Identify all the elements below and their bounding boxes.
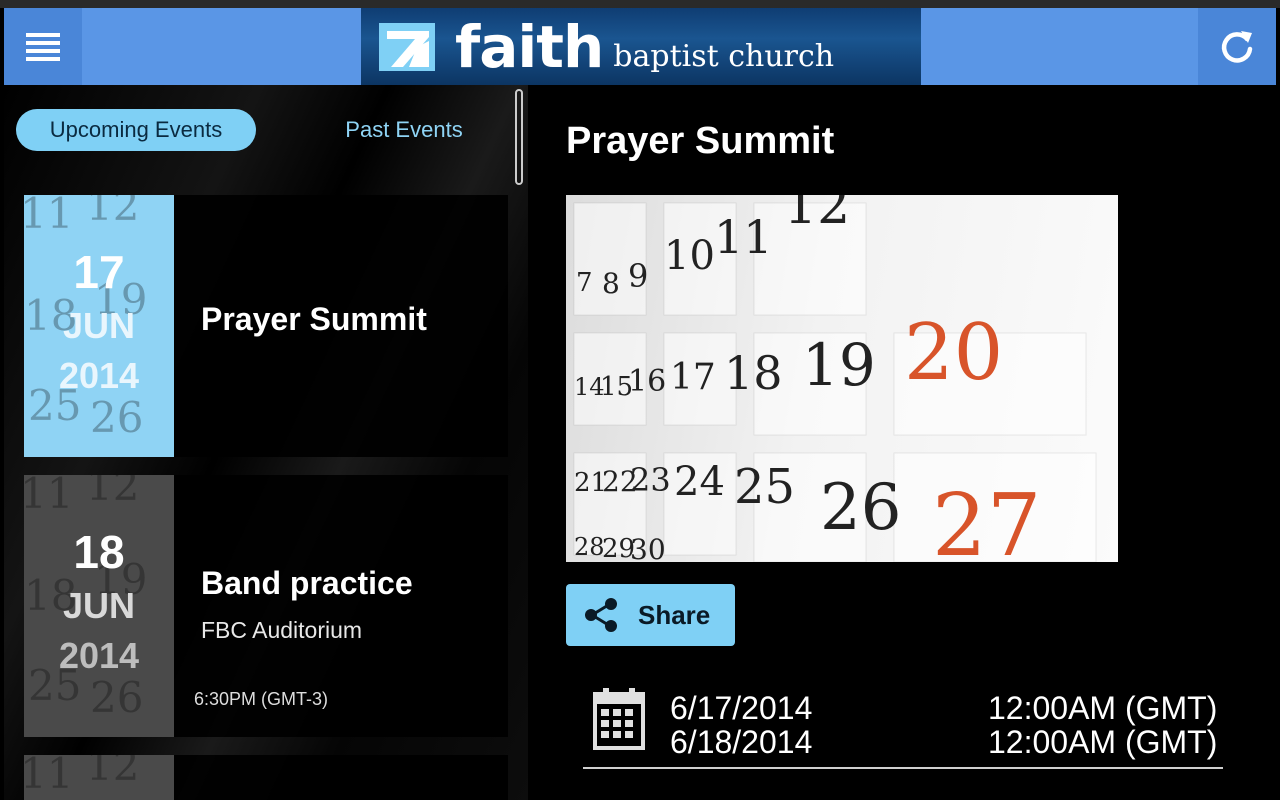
hamburger-icon — [26, 32, 60, 61]
calendar-number: 17 — [670, 357, 716, 398]
share-button[interactable]: Share — [566, 584, 735, 646]
calendar-number: 10 — [664, 233, 715, 279]
event-title: Prayer Summit — [201, 301, 427, 337]
calendar-number: 11 — [714, 210, 773, 264]
event-title: Band practice — [201, 565, 413, 601]
event-photo: 7 8 9 10 11 12 14 15 16 17 18 19 20 21 22 23 24 25 26 27 28 2… — [566, 195, 1118, 562]
calendar-number: 25 — [734, 459, 795, 515]
calendar-number: 7 — [576, 268, 593, 298]
share-icon — [585, 598, 617, 632]
event-year: 2014 — [58, 355, 140, 396]
detail-divider — [583, 767, 1223, 769]
event-end-time: 12:00AM (GMT) — [988, 724, 1218, 760]
event-start-date: 6/17/2014 — [670, 690, 813, 726]
refresh-button[interactable] — [1198, 8, 1276, 85]
event-location: FBC Auditorium — [201, 617, 363, 643]
share-label: Share — [638, 599, 711, 630]
event-list-item[interactable]: 11 12 — [24, 755, 508, 800]
event-year: 2014 — [58, 635, 140, 676]
calendar-number: 18 — [724, 346, 783, 400]
date-badge-background: 11 12 — [24, 755, 140, 798]
calendar-number: 16 — [628, 364, 666, 399]
event-tabs: Upcoming Events Past Events — [4, 85, 523, 185]
refresh-icon — [1221, 30, 1253, 63]
event-time: 6:30PM (GMT-3) — [194, 689, 329, 709]
calendar-number: 8 — [602, 267, 620, 300]
calendar-number: 19 — [802, 331, 876, 399]
scroll-handle[interactable] — [515, 89, 523, 185]
calendar-number: 27 — [932, 476, 1041, 562]
calendar-number: 30 — [630, 533, 666, 562]
calendar-photo: 7 8 9 10 1112141516 17 18 19 20212223 24 25 26 27282… — [573, 195, 1097, 562]
event-start-time: 12:00AM (GMT) — [988, 690, 1218, 726]
logo-word: faith — [455, 12, 604, 81]
event-day: 17 — [73, 246, 125, 298]
calendar-number: 23 — [630, 461, 671, 499]
events-list-panel: Upcoming Events Past Events 11 12 18 19 25… — [4, 85, 528, 800]
calendar-number: 12 — [784, 195, 850, 236]
event-month: JUN — [62, 585, 136, 626]
event-list-item[interactable]: 11 12 18 19 25 26 18 JUN 2014 Band practice… — [24, 475, 508, 737]
tab-upcoming-events[interactable]: Upcoming Events — [16, 109, 256, 151]
calendar-number: 20 — [904, 308, 1003, 398]
event-date-badge: 11 12 18 19 25 26 18 JUN 2014 — [24, 475, 174, 737]
calendar-number: 24 — [674, 459, 725, 505]
event-list-item[interactable]: 11 12 18 19 25 26 17 JUN 2014 Prayer Summit — [24, 195, 508, 457]
church-logo: faith baptist church — [361, 8, 921, 85]
event-month: JUN — [62, 305, 136, 346]
event-day: 18 — [73, 526, 125, 578]
app-header: faith baptist church — [4, 8, 1276, 85]
calendar-number: 28 — [574, 533, 605, 561]
event-detail-title: Prayer Summit — [566, 120, 835, 162]
calendar-icon — [593, 688, 645, 750]
event-end-date: 6/18/2014 — [670, 724, 813, 760]
event-date-badge: 11 12 18 19 25 26 17 JUN 2014 — [24, 195, 174, 457]
logo-subtitle: baptist church — [613, 39, 835, 74]
tab-past-events[interactable]: Past Events — [304, 109, 504, 151]
top-strip — [0, 0, 1280, 8]
event-date-badge: 11 12 — [24, 755, 174, 800]
logo-mark-icon — [379, 22, 435, 71]
calendar-number: 9 — [628, 257, 648, 295]
calendar-number: 26 — [820, 471, 901, 545]
menu-button[interactable] — [4, 8, 82, 85]
